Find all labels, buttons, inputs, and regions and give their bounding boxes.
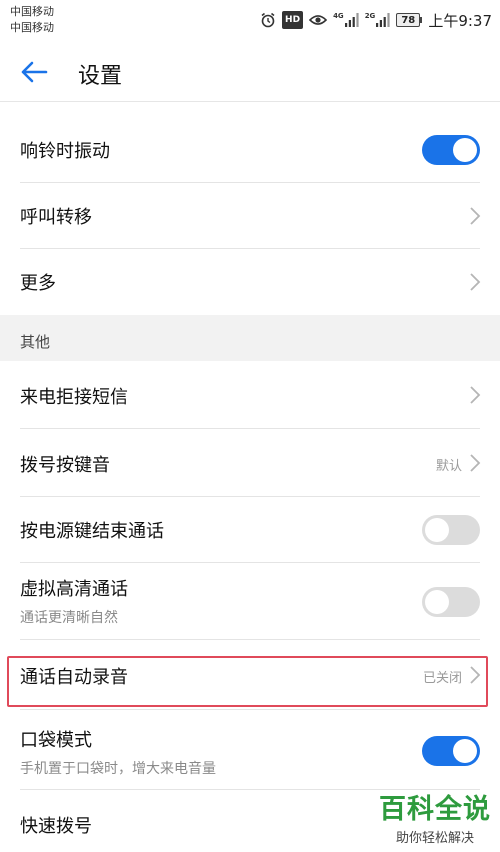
- row-power-end-call[interactable]: 按电源键结束通话: [0, 497, 500, 563]
- row-more[interactable]: 更多: [0, 249, 500, 315]
- watermark-logo: 百科全说 助你轻松解决: [376, 794, 494, 846]
- app-bar: 设置: [0, 40, 500, 102]
- status-icons: HD 4G 2G 78 上午9:37: [260, 10, 492, 30]
- settings-list: 响铃时振动 呼叫转移 更多 其他 来电拒接短信 拨号按键音 默认 按电源键结束通…: [0, 102, 500, 852]
- signal-icon-1: 4G: [333, 11, 359, 29]
- row-call-forward[interactable]: 呼叫转移: [0, 183, 500, 249]
- ring-vibrate-label: 响铃时振动: [20, 141, 110, 162]
- clock: 上午9:37: [428, 11, 492, 30]
- battery-icon: 78: [396, 13, 423, 27]
- dial-tone-label: 拨号按键音: [20, 455, 110, 476]
- ring-vibrate-toggle[interactable]: [422, 135, 480, 165]
- back-button[interactable]: [14, 52, 54, 92]
- power-end-call-label: 按电源键结束通话: [20, 521, 164, 542]
- row-pocket-mode[interactable]: 口袋模式 手机置于口袋时，增大来电音量: [0, 710, 500, 790]
- reject-sms-label: 来电拒接短信: [20, 387, 128, 408]
- dial-tone-value: 默认: [435, 459, 462, 474]
- call-forward-label: 呼叫转移: [20, 207, 92, 228]
- more-label: 更多: [20, 273, 56, 294]
- row-reject-sms[interactable]: 来电拒接短信: [0, 361, 500, 429]
- speed-dial-label: 快速拨号: [20, 816, 92, 837]
- status-bar: 中国移动 中国移动 HD 4G 2G 78 上午9:37: [0, 0, 500, 40]
- carrier-1: 中国移动: [10, 5, 54, 18]
- virtual-hd-label: 虚拟高清通话: [20, 579, 128, 600]
- highlight-annotation: [7, 656, 488, 707]
- virtual-hd-sub: 通话更清晰自然: [20, 610, 118, 626]
- power-end-call-toggle[interactable]: [422, 515, 480, 545]
- hd-icon: HD: [282, 11, 304, 29]
- arrow-left-icon: [21, 61, 48, 83]
- watermark-title: 百科全说: [379, 794, 491, 825]
- chevron-right-icon: [470, 386, 481, 404]
- virtual-hd-toggle[interactable]: [422, 587, 480, 617]
- signal-icon-2: 2G: [365, 11, 391, 29]
- section-other-label: 其他: [20, 333, 51, 351]
- eye-icon: [309, 11, 328, 29]
- pocket-mode-sub: 手机置于口袋时，增大来电音量: [20, 761, 216, 777]
- row-ring-vibrate[interactable]: 响铃时振动: [0, 117, 500, 183]
- pocket-mode-label: 口袋模式: [20, 730, 92, 751]
- network-type-1: 4G: [333, 12, 344, 20]
- section-header-other: 其他: [0, 315, 500, 361]
- battery-level: 78: [396, 13, 421, 27]
- chevron-right-icon: [470, 273, 481, 291]
- carrier-2: 中国移动: [10, 21, 54, 34]
- network-type-2: 2G: [364, 12, 376, 20]
- alarm-icon: [260, 11, 276, 29]
- row-virtual-hd[interactable]: 虚拟高清通话 通话更清晰自然: [0, 563, 500, 640]
- watermark-subtitle: 助你轻松解决: [395, 831, 474, 846]
- chevron-right-icon: [470, 454, 481, 472]
- pocket-mode-toggle[interactable]: [422, 736, 480, 766]
- row-dial-tone[interactable]: 拨号按键音 默认: [0, 429, 500, 497]
- page-title: 设置: [78, 64, 123, 89]
- chevron-right-icon: [470, 207, 481, 225]
